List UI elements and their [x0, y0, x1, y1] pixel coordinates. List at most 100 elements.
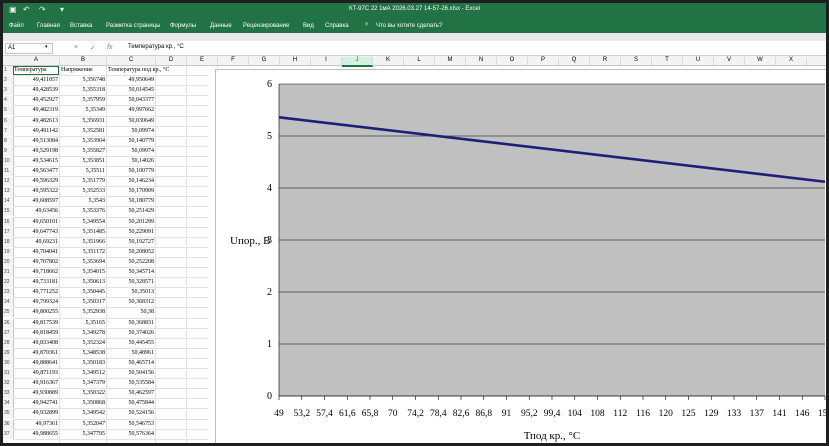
table-cell[interactable]: 50,524156	[108, 409, 155, 418]
column-header-g[interactable]: G	[249, 57, 280, 65]
table-cell[interactable]: 50,535584	[108, 379, 155, 388]
formula-input[interactable]: Температура кр., °C	[128, 44, 184, 50]
tab-formulas[interactable]: Формулы	[170, 23, 196, 29]
row-header[interactable]: 5	[3, 106, 14, 116]
column-header-c[interactable]: C	[107, 57, 156, 65]
row-header[interactable]: 14	[3, 197, 14, 207]
row-header[interactable]: 28	[3, 338, 14, 348]
table-cell[interactable]: 49,799324	[14, 298, 59, 307]
row-header[interactable]: 37	[3, 429, 14, 439]
table-cell[interactable]: 49,870361	[14, 349, 59, 358]
column-header-e[interactable]: E	[187, 57, 218, 65]
table-cell[interactable]: 49,534615	[14, 157, 59, 166]
table-cell[interactable]: 49,411057	[14, 76, 58, 85]
tab-page-layout[interactable]: Разметка страницы	[106, 23, 160, 29]
table-cell[interactable]: 50,328571	[108, 278, 155, 287]
table-cell[interactable]: 5,349542	[61, 409, 106, 418]
table-cell[interactable]: 5,347379	[61, 379, 106, 388]
table-cell[interactable]: 50,229091	[108, 228, 155, 237]
row-header[interactable]: 24	[3, 298, 14, 308]
table-cell[interactable]: 5,355827	[61, 147, 106, 156]
column-header-v[interactable]: V	[714, 57, 745, 65]
column-header-i[interactable]: I	[311, 57, 342, 65]
table-cell[interactable]: 49,563477	[14, 167, 59, 176]
table-cell[interactable]: 5,352047	[61, 420, 106, 429]
table-cell[interactable]: 49,833408	[14, 339, 59, 348]
table-cell[interactable]: 50,368831	[108, 319, 155, 328]
table-cell[interactable]: 50,030649	[108, 117, 155, 126]
row-header[interactable]: 32	[3, 379, 14, 389]
table-cell[interactable]: 49,704041	[14, 248, 59, 257]
row-header[interactable]: 34	[3, 399, 14, 409]
tell-me-search[interactable]: Что вы хотите сделать?	[376, 23, 442, 29]
table-cell[interactable]: 50,475844	[108, 399, 155, 408]
table-cell[interactable]: 5,356748	[61, 76, 106, 85]
table-cell[interactable]: 49,932899	[14, 409, 59, 418]
row-header[interactable]: 29	[3, 348, 14, 358]
table-cell[interactable]: 49,97361	[14, 420, 59, 429]
enter-icon[interactable]: ✓	[90, 44, 96, 52]
row-header[interactable]: 3	[3, 86, 14, 96]
row-header[interactable]: 10	[3, 156, 14, 166]
header-cell[interactable]: Температура под кр., °C	[108, 66, 208, 75]
row-header[interactable]: 25	[3, 308, 14, 318]
table-cell[interactable]: 5,352324	[61, 339, 106, 348]
table-cell[interactable]: 50,252208	[108, 258, 155, 267]
table-cell[interactable]: 5,352533	[61, 187, 106, 196]
table-cell[interactable]: 49,997662	[108, 106, 155, 115]
table-cell[interactable]: 49,942741	[14, 399, 59, 408]
row-header[interactable]: 30	[3, 358, 14, 368]
table-cell[interactable]: 50,201299	[108, 218, 155, 227]
table-cell[interactable]: 5,353376	[61, 207, 106, 216]
table-cell[interactable]: 5,353694	[61, 258, 106, 267]
column-header-d[interactable]: D	[156, 57, 187, 65]
column-header-r[interactable]: R	[590, 57, 621, 65]
tab-help[interactable]: Справка	[325, 23, 349, 29]
row-header[interactable]: 9	[3, 146, 14, 156]
table-cell[interactable]: 49,482319	[14, 106, 59, 115]
table-cell[interactable]: 49,771252	[14, 288, 59, 297]
table-cell[interactable]: 5,350183	[61, 359, 106, 368]
tab-home[interactable]: Главная	[37, 23, 60, 29]
table-cell[interactable]: 50,462597	[108, 389, 155, 398]
table-cell[interactable]: 49,513084	[14, 137, 59, 146]
table-cell[interactable]: 50,043377	[108, 96, 155, 105]
table-cell[interactable]: 5,35349	[61, 106, 106, 115]
table-cell[interactable]: 5,3543	[61, 197, 106, 206]
table-cell[interactable]: 5,350445	[61, 288, 106, 297]
row-header[interactable]: 6	[3, 116, 14, 126]
row-header[interactable]: 7	[3, 126, 14, 136]
table-cell[interactable]: 49,718662	[14, 268, 59, 277]
row-header[interactable]: 22	[3, 278, 14, 288]
table-cell[interactable]: 5,350317	[61, 298, 106, 307]
table-cell[interactable]: 50,546753	[108, 420, 155, 429]
table-cell[interactable]: 49,69231	[14, 238, 59, 247]
row-header[interactable]: 15	[3, 207, 14, 217]
table-cell[interactable]: 49,818459	[14, 329, 59, 338]
column-header-n[interactable]: N	[466, 57, 497, 65]
table-cell[interactable]: 50,368312	[108, 298, 155, 307]
row-header[interactable]: 16	[3, 217, 14, 227]
table-cell[interactable]: 5,35511	[61, 167, 105, 176]
table-cell[interactable]: 50,374026	[108, 329, 155, 338]
table-cell[interactable]: 50,14026	[108, 157, 155, 166]
column-header-w[interactable]: W	[745, 57, 776, 65]
row-header[interactable]: 18	[3, 237, 14, 247]
table-cell[interactable]: 50,251429	[108, 207, 155, 216]
table-cell[interactable]: 5,353904	[61, 137, 106, 146]
table-cell[interactable]: 50,208052	[108, 248, 155, 257]
table-cell[interactable]: 49,950649	[108, 76, 155, 85]
table-cell[interactable]: 49,888641	[14, 359, 59, 368]
table-cell[interactable]: 49,871193	[14, 369, 58, 378]
table-cell[interactable]: 50,140779	[108, 137, 155, 146]
table-cell[interactable]: 50,100779	[108, 167, 155, 176]
table-cell[interactable]: 50,170909	[108, 187, 155, 196]
row-header[interactable]: 8	[3, 136, 14, 146]
row-header[interactable]: 4	[3, 96, 14, 106]
column-header-j[interactable]: J	[342, 57, 373, 67]
table-cell[interactable]: 5,351172	[61, 248, 105, 257]
column-header-h[interactable]: H	[280, 57, 311, 65]
column-header-k[interactable]: K	[373, 57, 404, 65]
table-cell[interactable]: 5,351485	[61, 228, 106, 237]
table-cell[interactable]: 49,800255	[14, 308, 59, 317]
